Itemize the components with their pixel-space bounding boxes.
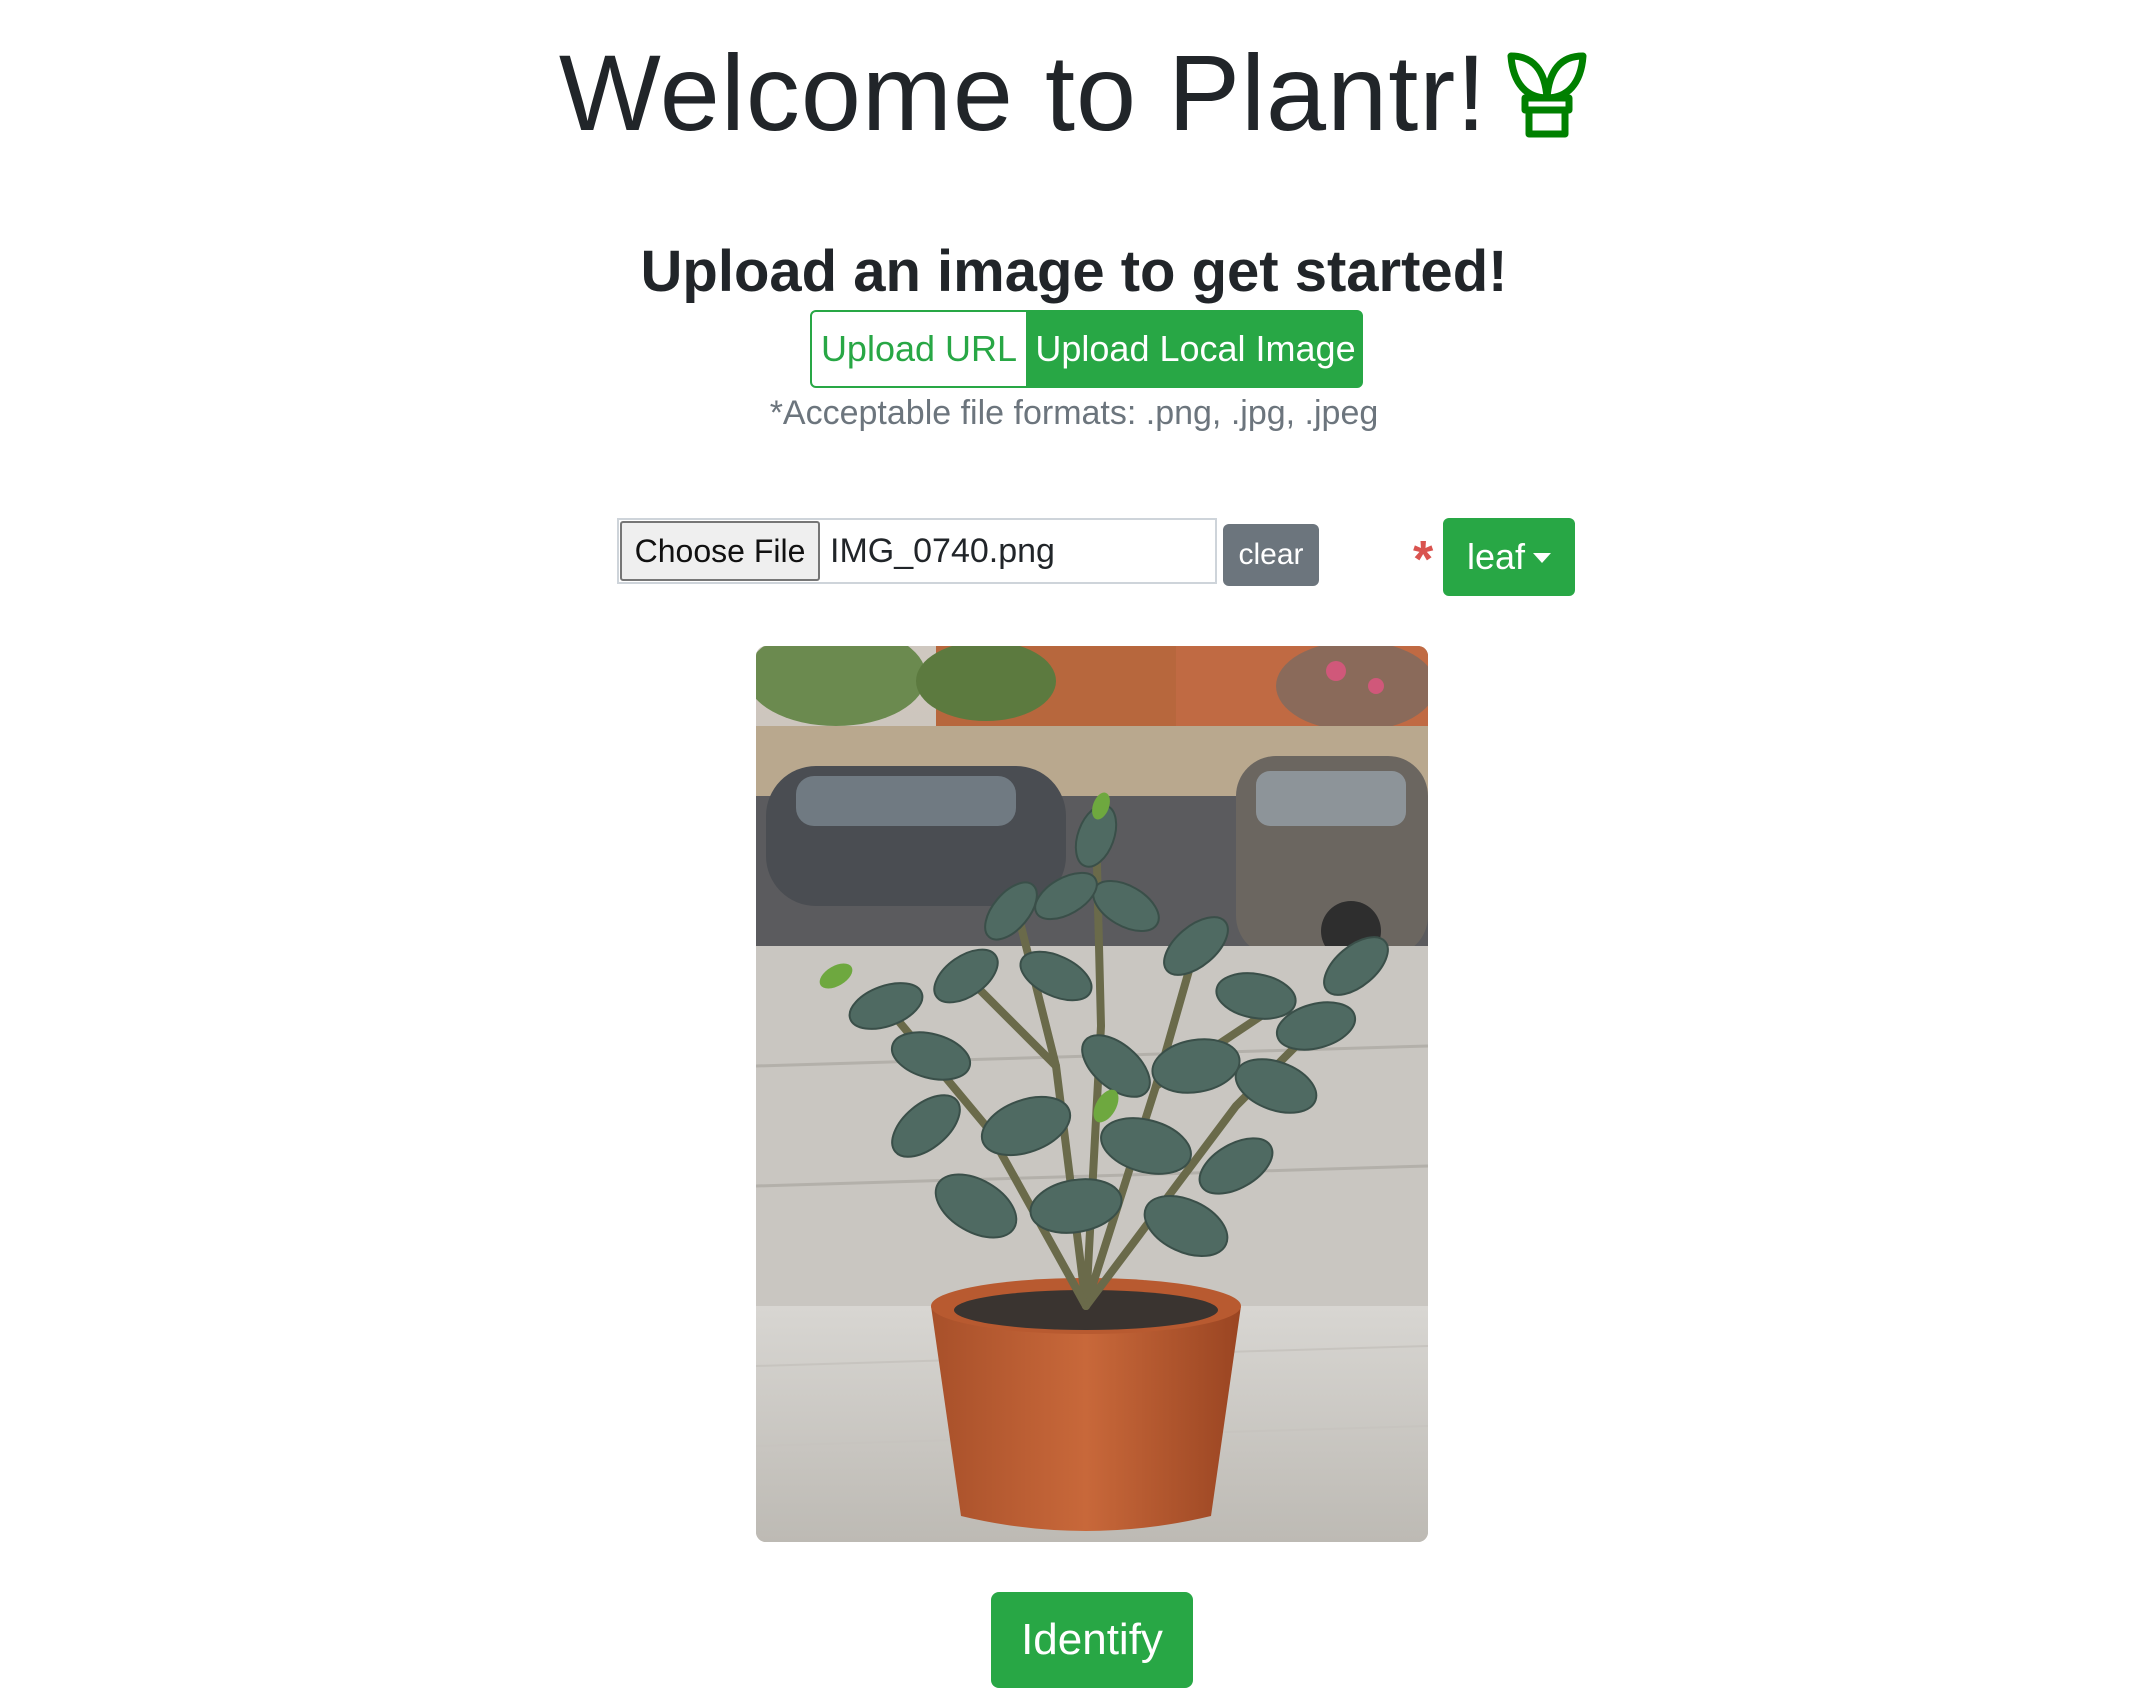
upload-mode-toggle: Upload URL Upload Local Image <box>810 310 1363 388</box>
page-title: Welcome to Plantr! <box>558 32 1488 153</box>
potted-jade-plant-photo <box>756 646 1428 1542</box>
uploaded-image-preview <box>756 646 1428 1542</box>
choose-file-button[interactable]: Choose File <box>620 521 820 581</box>
identify-button[interactable]: Identify <box>991 1592 1193 1688</box>
upload-heading: Upload an image to get started! <box>640 239 1508 304</box>
potted-sprout-icon <box>1505 48 1589 138</box>
file-format-note: *Acceptable file formats: .png, .jpg, .j… <box>769 394 1379 432</box>
plant-organ-dropdown[interactable]: leaf <box>1443 518 1575 596</box>
caret-down-icon <box>1533 553 1552 563</box>
required-marker: * <box>1413 531 1434 589</box>
clear-button[interactable]: clear <box>1223 524 1319 586</box>
upload-url-button[interactable]: Upload URL <box>810 310 1028 388</box>
page-header: Welcome to Plantr! <box>0 28 2148 158</box>
selected-file-name: IMG_0740.png <box>830 531 1055 570</box>
file-input[interactable]: Choose File IMG_0740.png <box>617 518 1217 584</box>
plant-organ-selected: leaf <box>1466 536 1526 577</box>
upload-local-image-button[interactable]: Upload Local Image <box>1028 310 1363 388</box>
